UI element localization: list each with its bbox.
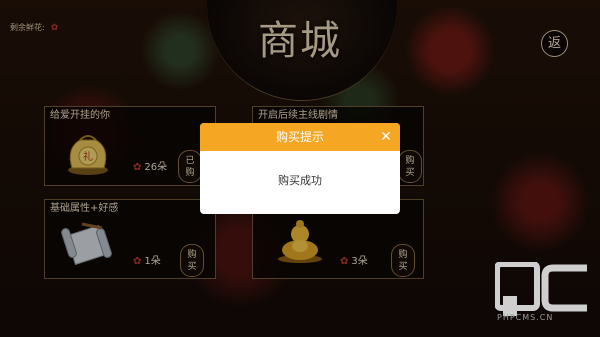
- close-icon[interactable]: ✕: [378, 123, 394, 151]
- dialog-title: 购买提示: [275, 130, 324, 144]
- watermark-text: PHPCMS.CN: [497, 313, 554, 322]
- dialog-message: 购买成功: [278, 174, 322, 187]
- dialog-header: 购买提示 ✕: [200, 123, 400, 151]
- purchase-dialog: 购买提示 ✕ 购买成功: [200, 123, 400, 214]
